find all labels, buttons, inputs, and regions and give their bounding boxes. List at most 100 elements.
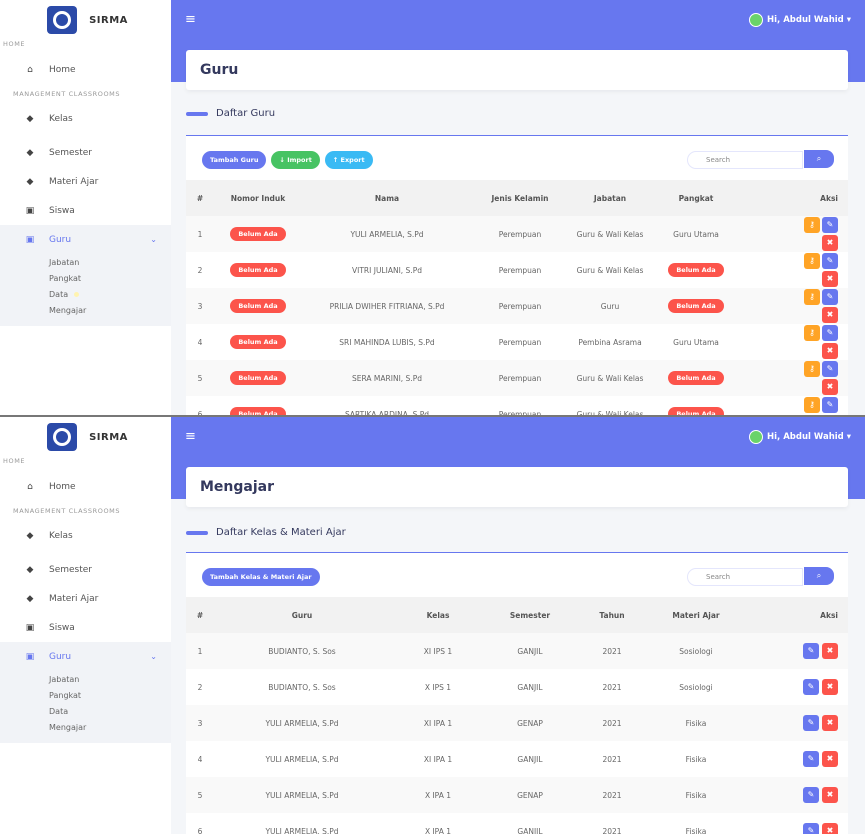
pencil-icon: ✎ bbox=[826, 220, 834, 229]
edit-button[interactable]: ✎ bbox=[803, 787, 819, 803]
delete-button[interactable]: ✖ bbox=[822, 271, 838, 287]
table-cell: GANJIL bbox=[486, 741, 574, 777]
user-menu[interactable]: Hi, Abdul Wahid ▾ bbox=[749, 430, 851, 444]
column-header[interactable]: Aksi bbox=[740, 180, 848, 216]
submenu-pangkat[interactable]: Pangkat bbox=[0, 270, 171, 286]
table-cell: PRILIA DWIHER FITRIANA, S.Pd bbox=[302, 288, 472, 324]
table-cell: X IPA 1 bbox=[390, 777, 486, 813]
management-header: MANAGEMENT CLASSROOMS bbox=[13, 507, 121, 515]
search-button[interactable]: ⌕ bbox=[804, 567, 834, 585]
actions-cell: ✎ ✖ bbox=[742, 741, 848, 777]
sidebar-item-siswa[interactable]: ▣ Siswa bbox=[0, 613, 171, 642]
edit-button[interactable]: ✎ bbox=[803, 751, 819, 767]
sidebar-item-materi-ajar[interactable]: ◆ Materi Ajar bbox=[0, 167, 171, 196]
submenu-jabatan[interactable]: Jabatan bbox=[0, 671, 171, 687]
edit-button[interactable]: ✎ bbox=[803, 679, 819, 695]
table-row: 5 Belum Ada SERA MARINI, S.Pd Perempuan Guru… bbox=[186, 360, 848, 396]
delete-button[interactable]: ✖ bbox=[822, 307, 838, 323]
avatar bbox=[749, 430, 764, 444]
delete-button[interactable]: ✖ bbox=[822, 751, 838, 767]
key-button[interactable]: ⚷ bbox=[804, 217, 820, 233]
edit-button[interactable]: ✎ bbox=[822, 217, 838, 233]
key-button[interactable]: ⚷ bbox=[804, 253, 820, 269]
delete-button[interactable]: ✖ bbox=[822, 379, 838, 395]
table-cell: Perempuan bbox=[472, 360, 568, 396]
delete-button[interactable]: ✖ bbox=[822, 679, 838, 695]
sidebar-item-kelas[interactable]: ◆ Kelas bbox=[0, 100, 171, 138]
home-icon: ⌂ bbox=[27, 65, 33, 75]
import-button[interactable]: ↓ Import bbox=[271, 151, 320, 169]
edit-button[interactable]: ✎ bbox=[803, 643, 819, 659]
key-button[interactable]: ⚷ bbox=[804, 325, 820, 341]
sidebar-item-home[interactable]: ⌂ Home bbox=[0, 50, 171, 90]
section-title: Daftar Guru bbox=[186, 108, 275, 119]
brand[interactable]: SIRMA bbox=[0, 0, 171, 40]
column-header[interactable]: Pangkat bbox=[652, 180, 740, 216]
sidebar-item-siswa[interactable]: ▣ Siswa bbox=[0, 196, 171, 225]
table-row: 3 Belum Ada PRILIA DWIHER FITRIANA, S.Pd Pe… bbox=[186, 288, 848, 324]
menu-icon[interactable]: ≡ bbox=[185, 429, 196, 444]
sidebar-item-materi-ajar[interactable]: ◆ Materi Ajar bbox=[0, 584, 171, 613]
sidebar-item-home[interactable]: ⌂ Home bbox=[0, 467, 171, 507]
add-kelas-materi-button[interactable]: Tambah Kelas & Materi Ajar bbox=[202, 568, 320, 586]
column-header[interactable]: Nomor Induk bbox=[214, 180, 302, 216]
submenu-pangkat[interactable]: Pangkat bbox=[0, 687, 171, 703]
column-header[interactable]: Nama bbox=[302, 180, 472, 216]
user-menu[interactable]: Hi, Abdul Wahid ▾ bbox=[749, 13, 851, 27]
sidebar-item-semester[interactable]: ◆ Semester bbox=[0, 555, 171, 584]
table-cell: 4 bbox=[186, 324, 214, 360]
table-cell: YULI ARMELIA, S.Pd bbox=[214, 705, 390, 741]
column-header[interactable]: Jabatan bbox=[568, 180, 652, 216]
edit-button[interactable]: ✎ bbox=[822, 397, 838, 413]
search-input[interactable]: Search bbox=[687, 568, 803, 586]
search-button[interactable]: ⌕ bbox=[804, 150, 834, 168]
edit-button[interactable]: ✎ bbox=[822, 325, 838, 341]
column-header[interactable]: Aksi bbox=[742, 597, 848, 633]
submenu-jabatan[interactable]: Jabatan bbox=[0, 254, 171, 270]
add-guru-button[interactable]: Tambah Guru bbox=[202, 151, 267, 169]
status-badge: Belum Ada bbox=[230, 263, 286, 277]
edit-button[interactable]: ✎ bbox=[822, 361, 838, 377]
key-button[interactable]: ⚷ bbox=[804, 361, 820, 377]
table-row: 1 Belum Ada YULI ARMELIA, S.Pd Perempuan Gur… bbox=[186, 216, 848, 252]
column-header[interactable]: # bbox=[186, 180, 214, 216]
search-input[interactable]: Search bbox=[687, 151, 803, 169]
table-row: 2 BUDIANTO, S. Sos X IPS 1 GANJIL 2021 Sosiol… bbox=[186, 669, 848, 705]
trash-icon: ✖ bbox=[826, 718, 834, 727]
sidebar-item-kelas[interactable]: ◆ Kelas bbox=[0, 517, 171, 555]
column-header[interactable]: Guru bbox=[214, 597, 390, 633]
key-button[interactable]: ⚷ bbox=[804, 289, 820, 305]
submenu-data[interactable]: Data bbox=[0, 286, 171, 302]
table-row: 4 Belum Ada SRI MAHINDA LUBIS, S.Pd Perempu… bbox=[186, 324, 848, 360]
submenu-data[interactable]: Data bbox=[0, 703, 171, 719]
submenu-mengajar[interactable]: Mengajar bbox=[0, 719, 171, 735]
pencil-icon: ✎ bbox=[807, 754, 815, 763]
export-button[interactable]: ↑ Export bbox=[324, 151, 373, 169]
delete-button[interactable]: ✖ bbox=[822, 715, 838, 731]
logo-icon bbox=[47, 6, 78, 34]
edit-button[interactable]: ✎ bbox=[803, 823, 819, 834]
column-header[interactable]: Semester bbox=[486, 597, 574, 633]
delete-button[interactable]: ✖ bbox=[822, 787, 838, 803]
column-header[interactable]: Kelas bbox=[390, 597, 486, 633]
key-button[interactable]: ⚷ bbox=[804, 397, 820, 413]
column-header[interactable]: Tahun bbox=[574, 597, 650, 633]
sidebar-item-guru[interactable]: ▣ Guru ⌄ bbox=[0, 225, 171, 254]
delete-button[interactable]: ✖ bbox=[822, 643, 838, 659]
tag-icon: ◆ bbox=[26, 531, 34, 541]
brand[interactable]: SIRMA bbox=[0, 417, 171, 457]
delete-button[interactable]: ✖ bbox=[822, 823, 838, 834]
delete-button[interactable]: ✖ bbox=[822, 343, 838, 359]
column-header[interactable]: Jenis Kelamin bbox=[472, 180, 568, 216]
edit-button[interactable]: ✎ bbox=[803, 715, 819, 731]
submenu-mengajar[interactable]: Mengajar bbox=[0, 302, 171, 318]
sidebar-item-semester[interactable]: ◆ Semester bbox=[0, 138, 171, 167]
menu-icon[interactable]: ≡ bbox=[185, 12, 196, 27]
edit-button[interactable]: ✎ bbox=[822, 289, 838, 305]
actions-cell: ✎ ✖ bbox=[742, 633, 848, 669]
column-header[interactable]: # bbox=[186, 597, 214, 633]
column-header[interactable]: Materi Ajar bbox=[650, 597, 742, 633]
sidebar-item-guru[interactable]: ▣ Guru ⌄ bbox=[0, 642, 171, 671]
edit-button[interactable]: ✎ bbox=[822, 253, 838, 269]
delete-button[interactable]: ✖ bbox=[822, 235, 838, 251]
